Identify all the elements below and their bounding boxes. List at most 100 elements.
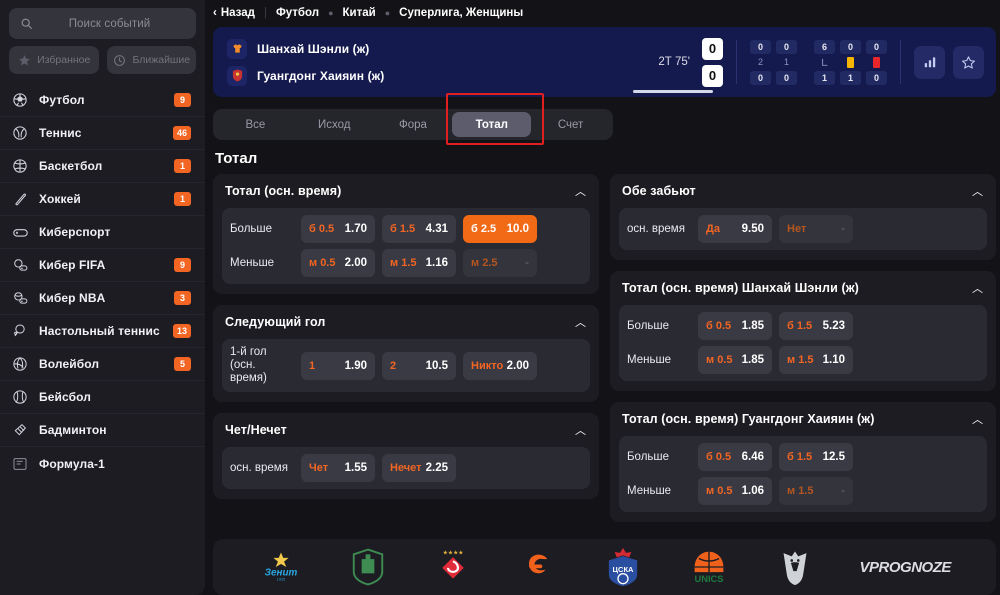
back-button[interactable]: ‹ Назад: [213, 7, 255, 19]
chevron-left-icon: ‹: [213, 7, 217, 19]
statistics-button[interactable]: [914, 45, 945, 79]
sidebar-item-badminton[interactable]: Бадминтон: [0, 414, 205, 447]
odd-value: -: [841, 223, 845, 235]
logo-virtuspro: [777, 547, 813, 587]
cyber-fifa-icon: [11, 256, 29, 274]
watermark: VPROGNOZE: [860, 547, 952, 587]
odd-button-selected[interactable]: б 2.5 10.0: [463, 215, 537, 243]
chevron-up-icon[interactable]: ︿: [972, 411, 983, 427]
tab-all[interactable]: Все: [216, 112, 295, 137]
odd-value: 4.31: [425, 223, 448, 235]
svg-text:1925: 1925: [277, 578, 285, 582]
odd-value: 1.85: [741, 354, 764, 366]
odd-button[interactable]: Чет 1.55: [301, 454, 375, 482]
search-input[interactable]: Поиск событий: [9, 8, 196, 39]
tab-handicap[interactable]: Фора: [374, 112, 453, 137]
sidebar-item-formula1[interactable]: Формула-1: [0, 447, 205, 480]
stat-away: 1: [840, 70, 861, 85]
market-card-header[interactable]: Тотал (осн. время) Гуангдонг Хаияин (ж) …: [610, 402, 996, 436]
stats-group-2: 6 1 0 1 0 0: [814, 39, 887, 85]
odd-value: 1.90: [344, 359, 367, 372]
odd-button[interactable]: Нечет 2.25: [382, 454, 456, 482]
score-block: 0 0: [702, 37, 723, 87]
odd-button[interactable]: 1 1.90: [301, 351, 375, 380]
market-card-body: осн. время Да 9.50 Нет -: [619, 208, 987, 250]
filter-upcoming[interactable]: Ближайшие: [106, 46, 196, 74]
search-placeholder: Поиск событий: [68, 17, 151, 30]
filter-favorites[interactable]: Избранное: [9, 46, 99, 74]
odd-button[interactable]: м 1.5 1.10: [779, 346, 853, 374]
chevron-up-icon[interactable]: ︿: [972, 280, 983, 296]
sidebar-item-label: Теннис: [39, 126, 82, 140]
market-card-header[interactable]: Тотал (осн. время) Шанхай Шэнли (ж) ︿: [610, 271, 996, 305]
row-label: Больше: [230, 222, 273, 235]
tab-score[interactable]: Счет: [531, 112, 610, 137]
sidebar-item-tennis[interactable]: Теннис 46: [0, 117, 205, 150]
market-card-odd-even: Чет/Нечет ︿ осн. время Чет 1.55 Нечет 2.…: [213, 413, 599, 499]
sidebar-filters: Избранное Ближайшие: [0, 46, 205, 84]
odd-button[interactable]: б 0.5 1.70: [301, 215, 375, 243]
sidebar-item-label: Футбол: [39, 93, 85, 107]
svg-text:ЦСКА: ЦСКА: [612, 565, 633, 574]
odd-button[interactable]: 2 10.5: [382, 351, 456, 380]
odd-value: 5.23: [822, 320, 845, 332]
sidebar: Поиск событий Избранное Ближайшие Футбол…: [0, 0, 205, 595]
tab-total[interactable]: Тотал: [452, 112, 532, 137]
sidebar-item-badge: 46: [172, 126, 191, 140]
tab-outcome[interactable]: Исход: [295, 112, 374, 137]
match-header[interactable]: Шанхай Шэнли (ж) Гуангдонг Хаияин (ж) 2Т…: [213, 27, 996, 97]
sidebar-item-volleyball[interactable]: Волейбол 5: [0, 348, 205, 381]
market-card-header[interactable]: Тотал (осн. время) ︿: [213, 174, 599, 208]
odd-button[interactable]: м 0.5 1.06: [698, 477, 772, 505]
star-icon: [17, 53, 31, 67]
odd-key: м 2.5: [471, 257, 498, 269]
market-row: осн. время Чет 1.55 Нечет 2.25: [230, 454, 582, 482]
odd-button[interactable]: м 0.5 2.00: [301, 249, 375, 277]
sidebar-item-table-tennis[interactable]: Настольный теннис 13: [0, 315, 205, 348]
sidebar-item-esports[interactable]: Киберспорт: [0, 216, 205, 249]
breadcrumb: ‹ Назад | Футбол ● Китай ● Суперлига, Же…: [205, 0, 1000, 22]
baseball-icon: [11, 388, 29, 406]
market-row: Больше б 0.5 1.85 б 1.5 5.23: [627, 312, 979, 340]
back-label: Назад: [220, 7, 255, 19]
odd-button[interactable]: б 1.5 4.31: [382, 215, 456, 243]
market-title: Чет/Нечет: [225, 423, 287, 437]
favorite-button[interactable]: [953, 45, 984, 79]
odd-button[interactable]: б 0.5 1.85: [698, 312, 772, 340]
chevron-up-icon[interactable]: ︿: [575, 183, 586, 199]
sidebar-item-hockey[interactable]: Хоккей 1: [0, 183, 205, 216]
breadcrumb-dot-icon: ●: [384, 8, 391, 18]
odd-key: м 1.5: [390, 257, 417, 269]
chevron-up-icon[interactable]: ︿: [575, 314, 586, 330]
odd-button[interactable]: б 0.5 6.46: [698, 443, 772, 471]
odd-button[interactable]: м 0.5 1.85: [698, 346, 772, 374]
away-team: Гуангдонг Хаияин (ж): [227, 65, 513, 86]
star-outline-icon: [962, 55, 975, 69]
odd-button[interactable]: б 1.5 12.5: [779, 443, 853, 471]
sidebar-item-baseball[interactable]: Бейсбол: [0, 381, 205, 414]
sidebar-item-label: Волейбол: [39, 357, 100, 371]
odd-value: 9.50: [741, 223, 764, 235]
row-label: 1-й гол (осн. время): [230, 346, 267, 384]
odd-button[interactable]: Никто 2.00: [463, 351, 537, 380]
odd-button[interactable]: Да 9.50: [698, 215, 772, 243]
basketball-icon: [11, 157, 29, 175]
breadcrumb-sport[interactable]: Футбол: [276, 7, 319, 19]
breadcrumb-league[interactable]: Суперлига, Женщины: [399, 7, 523, 19]
stat-away: 0: [776, 70, 797, 85]
sidebar-item-cyber-fifa[interactable]: Кибер FIFA 9: [0, 249, 205, 282]
sidebar-item-basketball[interactable]: Баскетбол 1: [0, 150, 205, 183]
hockey-puck-icon: [11, 190, 29, 208]
market-card-header[interactable]: Чет/Нечет ︿: [213, 413, 599, 447]
odd-button-disabled: м 1.5 -: [779, 477, 853, 505]
chevron-up-icon[interactable]: ︿: [972, 183, 983, 199]
market-card-header[interactable]: Следующий гол ︿: [213, 305, 599, 339]
odd-button[interactable]: б 1.5 5.23: [779, 312, 853, 340]
odd-value: -: [841, 485, 845, 497]
breadcrumb-country[interactable]: Китай: [343, 7, 376, 19]
odd-button[interactable]: м 1.5 1.16: [382, 249, 456, 277]
chevron-up-icon[interactable]: ︿: [575, 422, 586, 438]
market-card-header[interactable]: Обе забьют ︿: [610, 174, 996, 208]
sidebar-item-cyber-nba[interactable]: Кибер NBA 3: [0, 282, 205, 315]
sidebar-item-football[interactable]: Футбол 9: [0, 84, 205, 117]
